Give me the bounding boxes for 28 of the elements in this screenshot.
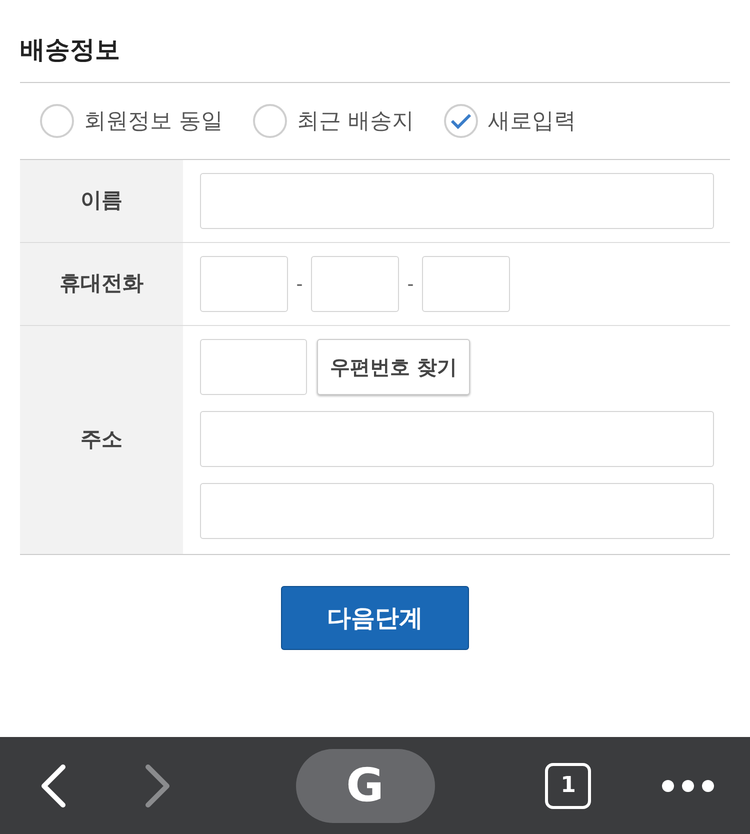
- name-field[interactable]: [200, 173, 714, 229]
- phone-field[interactable]: [422, 256, 510, 312]
- field-label: 주소: [80, 426, 122, 454]
- radio-label[interactable]: 회원정보 동일: [84, 104, 223, 138]
- tab-count-button[interactable]: 1: [545, 762, 592, 808]
- radio-label[interactable]: 최근 배송지: [297, 104, 414, 138]
- check-icon: [450, 112, 472, 130]
- home-button[interactable]: G: [296, 748, 434, 822]
- address-field[interactable]: [200, 483, 714, 539]
- radio-option[interactable]: 회원정보 동일: [40, 104, 223, 138]
- dash-separator: -: [295, 272, 304, 296]
- radio-option[interactable]: 최근 배송지: [253, 104, 414, 138]
- radio-button[interactable]: [253, 104, 287, 138]
- radio-label[interactable]: 새로입력: [488, 104, 576, 138]
- postcode-search-button[interactable]: 우편번호 찾기: [317, 339, 470, 395]
- phone-field[interactable]: [311, 256, 399, 312]
- radio-button[interactable]: [444, 104, 478, 138]
- postcode-field[interactable]: [200, 339, 307, 395]
- field-label: 이름: [80, 187, 122, 214]
- phone-field[interactable]: [200, 256, 288, 312]
- radio-option[interactable]: 새로입력: [444, 104, 576, 138]
- radio-button[interactable]: [40, 104, 74, 138]
- more-icon[interactable]: [662, 780, 714, 792]
- address-field[interactable]: [200, 411, 714, 467]
- dash-separator: -: [406, 272, 415, 296]
- section-title: 배송정보: [20, 34, 121, 66]
- next-step-button[interactable]: 다음단계: [281, 586, 469, 650]
- field-label: 휴대전화: [60, 270, 144, 298]
